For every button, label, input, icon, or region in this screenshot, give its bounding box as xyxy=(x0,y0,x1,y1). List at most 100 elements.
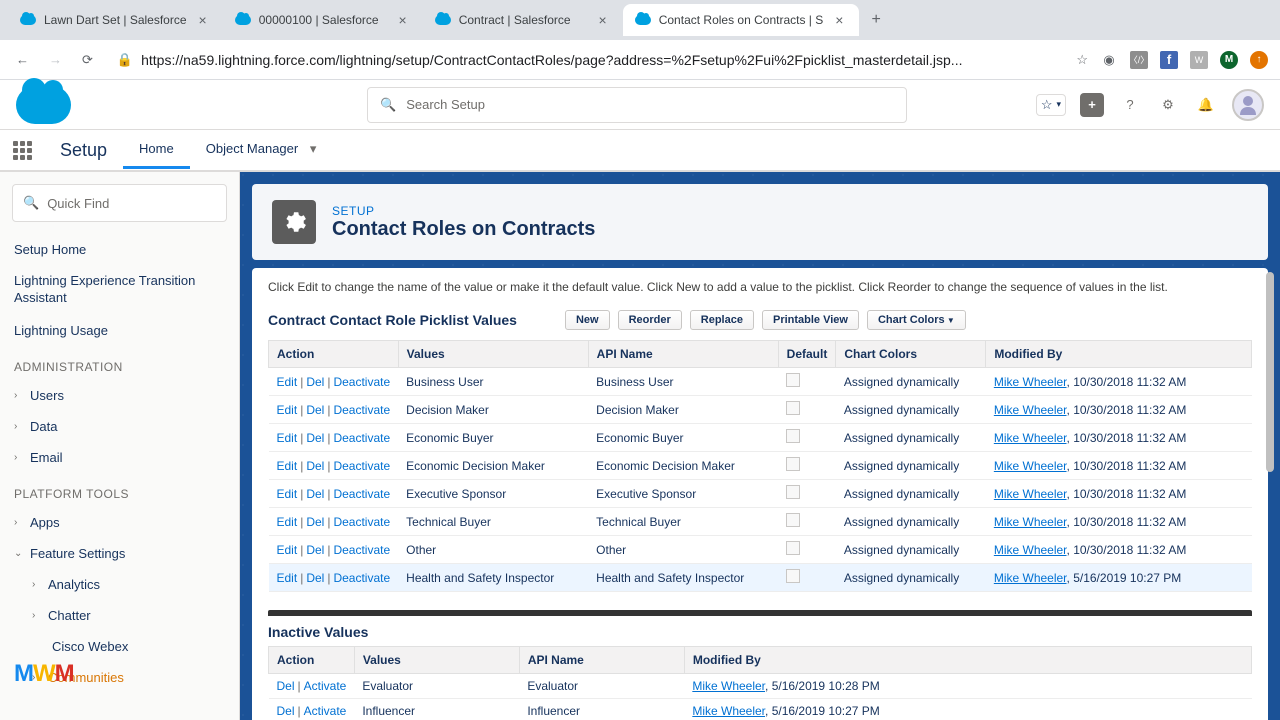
user-link[interactable]: Mike Wheeler xyxy=(994,403,1067,417)
deactivate-link[interactable]: Deactivate xyxy=(333,403,390,417)
del-link[interactable]: Del xyxy=(277,704,295,718)
facebook-icon[interactable]: f xyxy=(1160,51,1178,69)
search-input[interactable]: 🔍 Search Setup xyxy=(367,87,907,123)
user-link[interactable]: Mike Wheeler xyxy=(994,431,1067,445)
new-button[interactable]: New xyxy=(565,310,610,330)
favorites-button[interactable]: ☆ ▾ xyxy=(1036,94,1066,116)
reorder-button[interactable]: Reorder xyxy=(618,310,682,330)
del-link[interactable]: Del xyxy=(306,515,324,529)
new-tab-button[interactable]: + xyxy=(859,3,892,37)
close-icon[interactable]: × xyxy=(595,12,611,28)
sidebar-item-leta[interactable]: Lightning Experience Transition Assistan… xyxy=(0,265,239,315)
notifications-icon[interactable]: 🔔 xyxy=(1194,93,1218,117)
extension-icon[interactable]: W xyxy=(1190,51,1208,69)
sidebar-item-feature-settings[interactable]: ⌄Feature Settings xyxy=(0,538,239,569)
url-text: https://na59.lightning.force.com/lightni… xyxy=(141,52,962,68)
replace-button[interactable]: Replace xyxy=(690,310,754,330)
edit-link[interactable]: Edit xyxy=(277,515,298,529)
checkbox-icon[interactable] xyxy=(786,429,800,443)
deactivate-link[interactable]: Deactivate xyxy=(333,543,390,557)
scrollbar[interactable] xyxy=(1266,272,1274,472)
close-icon[interactable]: × xyxy=(831,12,847,28)
del-link[interactable]: Del xyxy=(306,543,324,557)
checkbox-icon[interactable] xyxy=(786,373,800,387)
edit-link[interactable]: Edit xyxy=(277,487,298,501)
tab-object-manager[interactable]: Object Manager ▾ xyxy=(190,131,341,170)
deactivate-link[interactable]: Deactivate xyxy=(333,487,390,501)
del-link[interactable]: Del xyxy=(306,571,324,585)
user-link[interactable]: Mike Wheeler xyxy=(994,515,1067,529)
printable-view-button[interactable]: Printable View xyxy=(762,310,859,330)
user-link[interactable]: Mike Wheeler xyxy=(994,375,1067,389)
user-link[interactable]: Mike Wheeler xyxy=(994,571,1067,585)
profile-avatar-icon[interactable]: M xyxy=(1220,51,1238,69)
back-button[interactable]: ← xyxy=(12,48,33,71)
deactivate-link[interactable]: Deactivate xyxy=(333,571,390,585)
sidebar-item-lightning-usage[interactable]: Lightning Usage xyxy=(0,315,239,346)
close-icon[interactable]: × xyxy=(195,12,211,28)
edit-link[interactable]: Edit xyxy=(277,375,298,389)
user-link[interactable]: Mike Wheeler xyxy=(692,704,765,718)
user-link[interactable]: Mike Wheeler xyxy=(994,487,1067,501)
browser-tab[interactable]: Lawn Dart Set | Salesforce × xyxy=(8,4,223,36)
user-link[interactable]: Mike Wheeler xyxy=(994,459,1067,473)
activate-link[interactable]: Activate xyxy=(304,679,347,693)
checkbox-icon[interactable] xyxy=(786,541,800,555)
app-launcher-button[interactable] xyxy=(0,129,44,171)
sidebar-item-setup-home[interactable]: Setup Home xyxy=(0,234,239,265)
edit-link[interactable]: Edit xyxy=(277,571,298,585)
chart-colors-button[interactable]: Chart Colors xyxy=(867,310,966,330)
del-link[interactable]: Del xyxy=(306,431,324,445)
sidebar-item-data[interactable]: ›Data xyxy=(0,411,239,442)
setup-gear-icon[interactable]: ⚙ xyxy=(1156,93,1180,117)
del-link[interactable]: Del xyxy=(306,487,324,501)
checkbox-icon[interactable] xyxy=(786,513,800,527)
close-icon[interactable]: × xyxy=(395,12,411,28)
extension-icon[interactable]: ↑ xyxy=(1250,51,1268,69)
browser-tab-active[interactable]: Contact Roles on Contracts | S × xyxy=(623,4,860,36)
help-icon[interactable]: ? xyxy=(1118,93,1142,117)
sidebar-item-users[interactable]: ›Users xyxy=(0,380,239,411)
label: Feature Settings xyxy=(30,546,125,561)
del-link[interactable]: Del xyxy=(306,403,324,417)
sidebar-item-cisco-webex[interactable]: Cisco Webex xyxy=(0,631,239,662)
sidebar-item-analytics[interactable]: ›Analytics xyxy=(0,569,239,600)
del-link[interactable]: Del xyxy=(277,679,295,693)
checkbox-icon[interactable] xyxy=(786,457,800,471)
cell-chart: Assigned dynamically xyxy=(836,536,986,564)
sidebar-item-email[interactable]: ›Email xyxy=(0,442,239,473)
checkbox-icon[interactable] xyxy=(786,401,800,415)
reload-button[interactable]: ⟳ xyxy=(78,48,97,72)
quick-find-input[interactable]: 🔍 Quick Find xyxy=(12,184,227,222)
star-icon[interactable]: ☆ xyxy=(1076,52,1088,68)
del-link[interactable]: Del xyxy=(306,375,324,389)
checkbox-icon[interactable] xyxy=(786,569,800,583)
salesforce-logo-icon[interactable] xyxy=(16,86,71,124)
forward-button[interactable]: → xyxy=(45,48,66,71)
deactivate-link[interactable]: Deactivate xyxy=(333,515,390,529)
salesforce-favicon-icon xyxy=(235,15,251,25)
checkbox-icon[interactable] xyxy=(786,485,800,499)
deactivate-link[interactable]: Deactivate xyxy=(333,459,390,473)
browser-tab[interactable]: 00000100 | Salesforce × xyxy=(223,4,423,36)
deactivate-link[interactable]: Deactivate xyxy=(333,375,390,389)
deactivate-link[interactable]: Deactivate xyxy=(333,431,390,445)
del-link[interactable]: Del xyxy=(306,459,324,473)
global-actions-icon[interactable]: + xyxy=(1080,93,1104,117)
cell-api: Other xyxy=(588,536,778,564)
sidebar-item-apps[interactable]: ›Apps xyxy=(0,507,239,538)
edit-link[interactable]: Edit xyxy=(277,431,298,445)
user-link[interactable]: Mike Wheeler xyxy=(692,679,765,693)
extension-icon[interactable]: ◉ xyxy=(1100,51,1118,69)
activate-link[interactable]: Activate xyxy=(304,704,347,718)
user-avatar[interactable] xyxy=(1232,89,1264,121)
edit-link[interactable]: Edit xyxy=(277,403,298,417)
browser-tab[interactable]: Contract | Salesforce × xyxy=(423,4,623,36)
extension-icon[interactable]: 〈/〉 xyxy=(1130,51,1148,69)
user-link[interactable]: Mike Wheeler xyxy=(994,543,1067,557)
edit-link[interactable]: Edit xyxy=(277,543,298,557)
sidebar-item-chatter[interactable]: ›Chatter xyxy=(0,600,239,631)
edit-link[interactable]: Edit xyxy=(277,459,298,473)
address-bar[interactable]: 🔒 https://na59.lightning.force.com/light… xyxy=(109,52,1064,68)
tab-home[interactable]: Home xyxy=(123,131,190,169)
